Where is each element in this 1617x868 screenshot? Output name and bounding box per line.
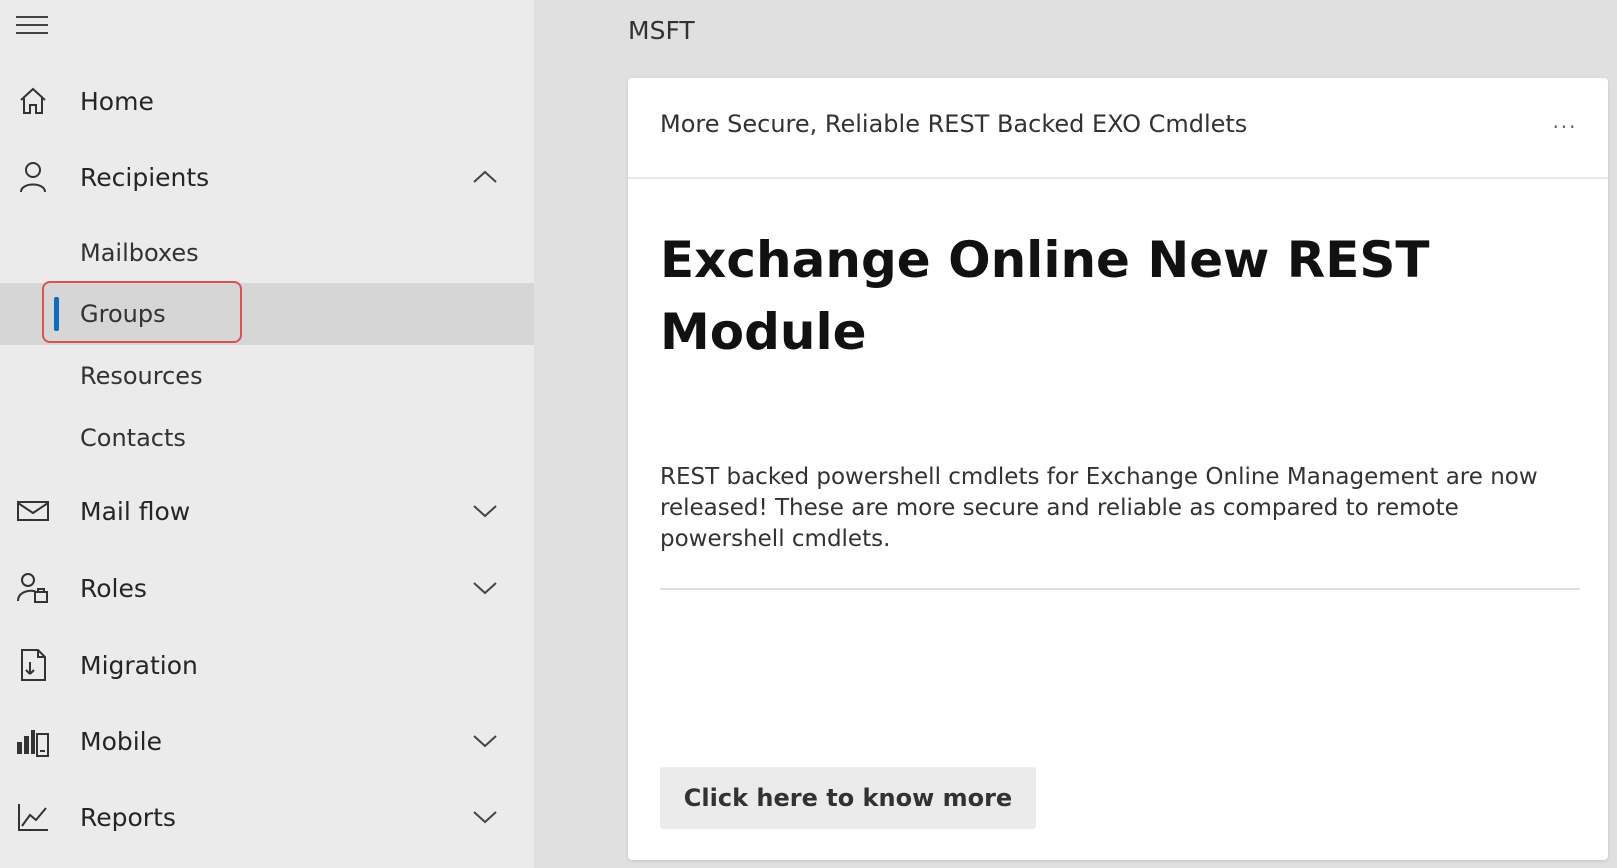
sidebar-item-reports[interactable]: Reports — [0, 786, 534, 848]
sidebar-subitem-label: Contacts — [80, 424, 186, 452]
sidebar-item-label: Migration — [80, 650, 198, 680]
card-heading: Exchange Online New REST Module — [660, 231, 1430, 361]
mail-icon — [16, 494, 50, 528]
sidebar-item-mail-flow[interactable]: Mail flow — [0, 480, 534, 542]
sidebar-item-label: Home — [80, 86, 154, 116]
card-header: More Secure, Reliable REST Backed EXO Cm… — [628, 78, 1608, 179]
reports-icon — [16, 800, 50, 834]
chevron-down-icon[interactable] — [470, 573, 500, 603]
sidebar-subitem-label: Mailboxes — [80, 239, 199, 267]
sidebar-subitem-label: Groups — [80, 300, 166, 328]
mobile-icon — [16, 724, 50, 758]
sidebar-item-label: Reports — [80, 802, 176, 832]
migration-icon — [16, 648, 50, 682]
sidebar-subitem-mailboxes[interactable]: Mailboxes — [0, 222, 534, 284]
sidebar-item-label: Roles — [80, 573, 147, 603]
roles-icon — [16, 571, 50, 605]
sidebar-item-label: Mail flow — [80, 496, 191, 526]
sidebar-subitem-groups[interactable]: Groups — [0, 281, 534, 345]
sidebar-item-roles[interactable]: Roles — [0, 557, 534, 619]
sidebar-item-label: Recipients — [80, 162, 210, 192]
sidebar-subitem-contacts[interactable]: Contacts — [0, 407, 534, 469]
sidebar-subitem-label: Resources — [80, 362, 203, 390]
chevron-down-icon[interactable] — [470, 496, 500, 526]
card-body-text: REST backed powershell cmdlets for Excha… — [660, 464, 1538, 552]
sidebar-item-recipients[interactable]: Recipients — [0, 146, 534, 208]
announcement-card: More Secure, Reliable REST Backed EXO Cm… — [628, 78, 1608, 860]
sidebar-item-label: Mobile — [80, 726, 163, 756]
chevron-down-icon[interactable] — [470, 802, 500, 832]
hamburger-icon[interactable] — [16, 14, 50, 36]
sidebar-item-mobile[interactable]: Mobile — [0, 710, 534, 772]
person-icon — [16, 160, 50, 194]
org-name: MSFT — [628, 16, 695, 45]
sidebar-item-migration[interactable]: Migration — [0, 634, 534, 696]
sidebar: Home Recipients Mailboxes Groups Resourc… — [0, 0, 534, 868]
chevron-down-icon[interactable] — [470, 726, 500, 756]
chevron-up-icon[interactable] — [470, 162, 500, 192]
card-header-title: More Secure, Reliable REST Backed EXO Cm… — [660, 110, 1248, 138]
home-icon — [16, 84, 50, 118]
sidebar-item-home[interactable]: Home — [0, 70, 534, 132]
sidebar-subitem-resources[interactable]: Resources — [0, 345, 534, 407]
divider — [660, 588, 1580, 590]
selection-indicator — [54, 297, 59, 331]
more-options-button[interactable]: ··· — [1548, 112, 1582, 142]
know-more-button[interactable]: Click here to know more — [660, 767, 1036, 829]
app-root: Home Recipients Mailboxes Groups Resourc… — [0, 0, 1617, 868]
